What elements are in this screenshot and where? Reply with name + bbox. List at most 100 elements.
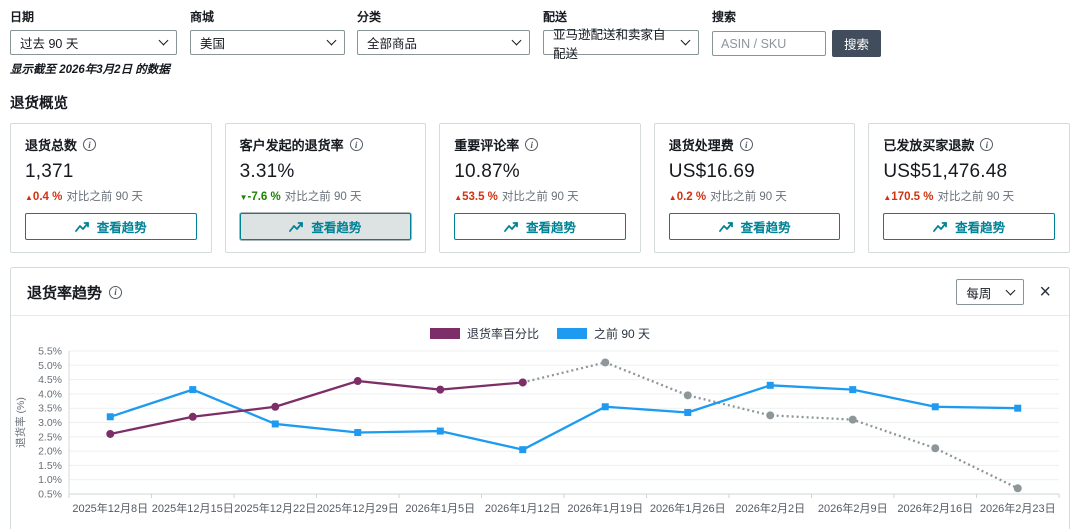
interval-select[interactable]: 每周 bbox=[956, 279, 1024, 305]
date-select-value: 过去 90 天 bbox=[20, 33, 78, 52]
chevron-down-icon bbox=[159, 36, 169, 46]
card-title: 客户发起的退货率 i bbox=[240, 135, 412, 154]
compare-text: 对比之前 90 天 bbox=[502, 188, 579, 204]
card-change: ▲53.5 % 对比之前 90 天 bbox=[454, 188, 626, 204]
close-icon[interactable]: × bbox=[1037, 282, 1053, 302]
svg-text:2026年2月23日: 2026年2月23日 bbox=[980, 501, 1056, 515]
filter-group-date: 日期 过去 90 天 显示截至 2026年3月2日 的数据 bbox=[10, 8, 177, 77]
search-button[interactable]: 搜索 bbox=[832, 30, 881, 57]
trend-panel: 退货率趋势 i 每周 × 退货率百分比 之前 90 天 0 bbox=[10, 267, 1070, 529]
search-label: 搜索 bbox=[712, 8, 881, 25]
returns-dashboard: 日期 过去 90 天 显示截至 2026年3月2日 的数据 商城 美国 分类 全… bbox=[0, 0, 1080, 529]
svg-text:2025年12月29日: 2025年12月29日 bbox=[317, 501, 399, 515]
legend-item-previous-90-days: 之前 90 天 bbox=[557, 325, 650, 342]
trend-line-icon bbox=[504, 221, 519, 233]
info-icon[interactable]: i bbox=[350, 138, 363, 151]
svg-text:2026年1月12日: 2026年1月12日 bbox=[485, 501, 561, 515]
svg-text:5.0%: 5.0% bbox=[38, 360, 62, 372]
compare-text: 对比之前 90 天 bbox=[66, 188, 143, 204]
card-change: ▲0.2 % 对比之前 90 天 bbox=[669, 188, 841, 204]
card-change: ▲170.5 % 对比之前 90 天 bbox=[883, 188, 1055, 204]
chevron-down-icon bbox=[681, 36, 691, 46]
chart-area: 0.5%1.0%1.5%2.0%2.5%3.0%3.5%4.0%4.5%5.0%… bbox=[11, 343, 1069, 526]
fulfillment-select-value: 亚马逊配送和卖家自配送 bbox=[553, 24, 674, 62]
svg-text:2025年12月15日: 2025年12月15日 bbox=[152, 501, 234, 515]
card-customer-return-rate: 客户发起的退货率 i 3.31% ▼-7.6 % 对比之前 90 天 查看趋势 bbox=[225, 123, 427, 253]
svg-text:2025年12月22日: 2025年12月22日 bbox=[234, 501, 316, 515]
svg-text:4.0%: 4.0% bbox=[38, 388, 62, 400]
svg-text:1.0%: 1.0% bbox=[38, 474, 62, 486]
marketplace-select[interactable]: 美国 bbox=[190, 30, 345, 55]
card-ncx-rate: 重要评论率 i 10.87% ▲53.5 % 对比之前 90 天 查看趋势 bbox=[439, 123, 641, 253]
svg-text:2.0%: 2.0% bbox=[38, 446, 62, 458]
card-refunds-issued: 已发放买家退款 i US$51,476.48 ▲170.5 % 对比之前 90 … bbox=[868, 123, 1070, 253]
trend-line-icon bbox=[289, 221, 304, 233]
marketplace-filter-label: 商城 bbox=[190, 8, 345, 25]
chevron-down-icon bbox=[512, 36, 522, 46]
category-select[interactable]: 全部商品 bbox=[357, 30, 530, 55]
filter-group-category: 分类 全部商品 bbox=[357, 8, 530, 55]
svg-text:3.0%: 3.0% bbox=[38, 417, 62, 429]
change-arrow-icon: ▲ bbox=[454, 193, 462, 202]
info-icon[interactable]: i bbox=[525, 138, 538, 151]
chevron-down-icon bbox=[327, 36, 337, 46]
filter-group-fulfillment: 配送 亚马逊配送和卖家自配送 bbox=[543, 8, 699, 55]
card-title: 退货处理费 i bbox=[669, 135, 841, 154]
svg-text:2026年2月16日: 2026年2月16日 bbox=[897, 501, 973, 515]
category-select-value: 全部商品 bbox=[367, 33, 417, 52]
svg-text:2026年2月9日: 2026年2月9日 bbox=[818, 501, 888, 515]
trend-line-icon bbox=[933, 221, 948, 233]
card-title: 重要评论率 i bbox=[454, 135, 626, 154]
view-trend-button[interactable]: 查看趋势 bbox=[454, 213, 626, 240]
view-trend-button[interactable]: 查看趋势 bbox=[669, 213, 841, 240]
return-rate-chart: 0.5%1.0%1.5%2.0%2.5%3.0%3.5%4.0%4.5%5.0%… bbox=[11, 343, 1067, 521]
info-icon[interactable]: i bbox=[980, 138, 993, 151]
card-value: 3.31% bbox=[240, 161, 412, 183]
chart-legend: 退货率百分比 之前 90 天 bbox=[11, 316, 1069, 343]
trend-line-icon bbox=[75, 221, 90, 233]
info-icon[interactable]: i bbox=[740, 138, 753, 151]
filter-group-marketplace: 商城 美国 bbox=[190, 8, 345, 55]
svg-text:退货率 (%): 退货率 (%) bbox=[14, 397, 27, 448]
card-title: 退货总数 i bbox=[25, 135, 197, 154]
info-icon[interactable]: i bbox=[83, 138, 96, 151]
search-input[interactable] bbox=[712, 31, 826, 56]
view-trend-button[interactable]: 查看趋势 bbox=[240, 213, 412, 240]
chevron-down-icon bbox=[1006, 285, 1016, 295]
card-title: 已发放买家退款 i bbox=[883, 135, 1055, 154]
marketplace-select-value: 美国 bbox=[200, 33, 225, 52]
fulfillment-select[interactable]: 亚马逊配送和卖家自配送 bbox=[543, 30, 699, 55]
card-change: ▼-7.6 % 对比之前 90 天 bbox=[240, 188, 412, 204]
legend-label: 之前 90 天 bbox=[594, 325, 650, 342]
legend-swatch bbox=[557, 328, 587, 339]
change-arrow-icon: ▲ bbox=[669, 193, 677, 202]
category-filter-label: 分类 bbox=[357, 8, 530, 25]
data-as-of-note: 显示截至 2026年3月2日 的数据 bbox=[10, 61, 177, 77]
svg-text:1.5%: 1.5% bbox=[38, 460, 62, 472]
legend-swatch bbox=[430, 328, 460, 339]
interval-select-value: 每周 bbox=[966, 283, 991, 302]
fulfillment-filter-label: 配送 bbox=[543, 8, 699, 25]
svg-text:0.5%: 0.5% bbox=[38, 489, 62, 501]
info-icon[interactable]: i bbox=[109, 286, 122, 299]
compare-text: 对比之前 90 天 bbox=[285, 188, 362, 204]
change-arrow-icon: ▼ bbox=[240, 193, 248, 202]
svg-text:4.5%: 4.5% bbox=[38, 374, 62, 386]
card-return-processing-fee: 退货处理费 i US$16.69 ▲0.2 % 对比之前 90 天 查看趋势 bbox=[654, 123, 856, 253]
change-arrow-icon: ▲ bbox=[25, 193, 33, 202]
trend-panel-title: 退货率趋势 i bbox=[27, 282, 122, 303]
view-trend-button[interactable]: 查看趋势 bbox=[883, 213, 1055, 240]
trend-line-icon bbox=[719, 221, 734, 233]
card-value: 10.87% bbox=[454, 161, 626, 183]
card-change: ▲0.4 % 对比之前 90 天 bbox=[25, 188, 197, 204]
legend-label: 退货率百分比 bbox=[467, 325, 539, 342]
svg-text:3.5%: 3.5% bbox=[38, 403, 62, 415]
card-value: US$51,476.48 bbox=[883, 161, 1055, 183]
view-trend-button[interactable]: 查看趋势 bbox=[25, 213, 197, 240]
filter-group-search: 搜索 搜索 bbox=[712, 8, 881, 57]
svg-text:2026年1月19日: 2026年1月19日 bbox=[567, 501, 643, 515]
date-select[interactable]: 过去 90 天 bbox=[10, 30, 177, 55]
svg-text:2026年2月2日: 2026年2月2日 bbox=[735, 501, 805, 515]
trend-panel-header: 退货率趋势 i 每周 × bbox=[11, 268, 1069, 315]
svg-text:2025年12月8日: 2025年12月8日 bbox=[72, 501, 148, 515]
